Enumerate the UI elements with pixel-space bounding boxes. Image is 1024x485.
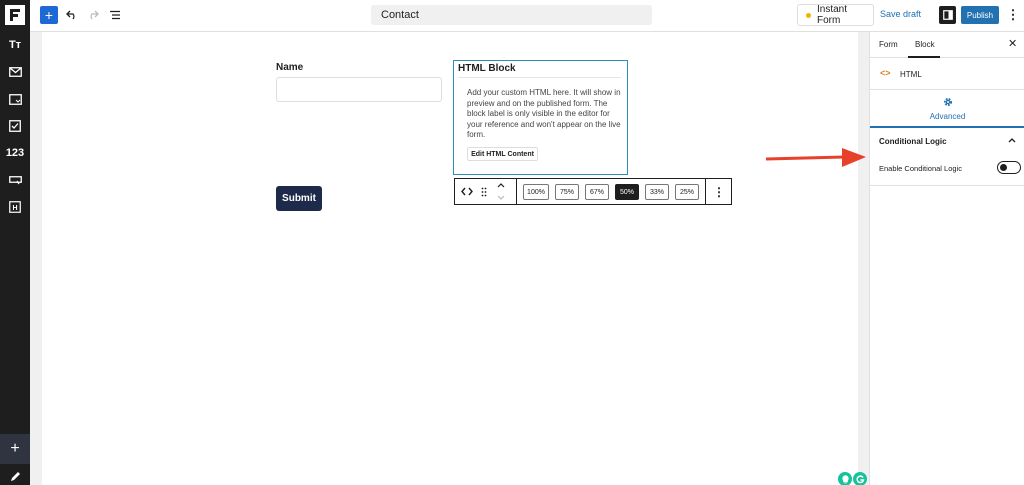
options-menu-button[interactable]: ⋮	[1006, 6, 1020, 24]
dropdown-field-icon	[8, 93, 22, 105]
button-field-tool[interactable]	[3, 170, 27, 190]
svg-text:H: H	[12, 205, 17, 212]
width-50-button[interactable]: 50%	[615, 184, 639, 200]
selected-block-card: <> HTML	[870, 58, 1024, 90]
chevron-down-icon	[497, 195, 505, 200]
drag-handle[interactable]	[479, 179, 489, 204]
text-field-tool[interactable]: Tт	[3, 35, 27, 55]
plus-icon: +	[44, 7, 54, 23]
instant-form-label: Instant Form	[816, 4, 848, 26]
move-up-button[interactable]	[495, 180, 507, 191]
settings-panel-toggle[interactable]	[939, 6, 956, 24]
enable-conditional-logic-label: Enable Conditional Logic	[879, 164, 962, 173]
lightbulb-icon[interactable]	[838, 472, 852, 485]
left-sidebar: Tт 123 H +	[0, 0, 30, 485]
html-block[interactable]: HTML Block Add your custom HTML here. It…	[453, 60, 628, 175]
grammarly-widget[interactable]	[838, 472, 867, 485]
document-title[interactable]: Contact	[371, 5, 652, 25]
form-page: Name Submit HTML Block Add your custom H…	[42, 32, 867, 485]
chevron-up-icon	[1008, 138, 1016, 143]
move-down-button[interactable]	[495, 192, 507, 203]
collapse-panel-button[interactable]	[1008, 135, 1016, 145]
pencil-icon	[10, 472, 20, 481]
gear-icon	[944, 98, 952, 106]
width-67-button[interactable]: 67%	[585, 184, 609, 200]
conditional-logic-title[interactable]: Conditional Logic	[879, 137, 947, 146]
undo-icon	[66, 10, 75, 20]
sidebar-panel-icon	[942, 10, 953, 20]
more-vertical-icon: ⋮	[1006, 7, 1020, 22]
name-input[interactable]	[276, 77, 442, 102]
code-icon	[461, 187, 473, 196]
divider	[458, 77, 621, 78]
app-logo[interactable]	[5, 5, 25, 25]
advanced-label: Advanced	[929, 112, 966, 121]
edit-tool[interactable]	[3, 468, 27, 485]
html-block-tool[interactable]: H	[3, 197, 27, 217]
conditional-logic-panel: Conditional Logic Enable Conditional Log…	[870, 128, 1024, 186]
status-dot-icon	[806, 12, 811, 18]
number-icon: 123	[5, 147, 25, 159]
instant-form-button[interactable]: Instant Form	[797, 4, 874, 26]
toggle-knob	[1000, 163, 1007, 171]
toolbar-separator	[705, 179, 706, 204]
close-sidebar-button[interactable]: ✕	[1008, 37, 1017, 50]
block-name: HTML	[900, 70, 922, 79]
block-type-button[interactable]	[459, 179, 475, 204]
editor-canvas: Name Submit HTML Block Add your custom H…	[30, 32, 869, 485]
block-toolbar: 100% 75% 67% 50% 33% 25% ⋮	[454, 178, 732, 205]
drag-handle-icon	[481, 187, 487, 196]
number-field-tool[interactable]: 123	[3, 143, 27, 163]
email-field-tool[interactable]	[3, 62, 27, 82]
settings-tabs: Form Block ✕	[870, 32, 1024, 58]
list-view-icon	[110, 10, 120, 20]
save-draft-button[interactable]: Save draft	[880, 9, 921, 19]
tab-block[interactable]: Block	[915, 40, 935, 49]
name-field-label: Name	[276, 62, 304, 73]
add-block-button[interactable]: +	[40, 6, 58, 24]
html-block-description: Add your custom HTML here. It will show …	[467, 88, 621, 139]
settings-sidebar: Form Block ✕ <> HTML Advanced Conditiona…	[869, 32, 1024, 485]
width-75-button[interactable]: 75%	[555, 184, 579, 200]
chevron-up-icon	[497, 183, 505, 188]
tab-form[interactable]: Form	[879, 40, 898, 49]
width-33-button[interactable]: 33%	[645, 184, 669, 200]
dropdown-field-tool[interactable]	[3, 89, 27, 109]
enable-conditional-logic-toggle[interactable]	[997, 161, 1021, 174]
button-field-icon	[8, 175, 22, 184]
block-options-button[interactable]: ⋮	[709, 179, 729, 204]
publish-button[interactable]: Publish	[961, 6, 999, 24]
edit-html-content-button[interactable]: Edit HTML Content	[467, 147, 538, 161]
document-overview-button[interactable]	[106, 6, 124, 24]
html-block-title[interactable]: HTML Block	[458, 63, 516, 74]
checkbox-field-tool[interactable]	[3, 116, 27, 136]
annotation-arrow-icon	[765, 148, 866, 167]
submit-button[interactable]: Submit	[276, 186, 322, 211]
grammarly-icon[interactable]	[853, 472, 867, 485]
undo-button[interactable]	[63, 6, 81, 24]
width-25-button[interactable]: 25%	[675, 184, 699, 200]
logo-icon	[10, 9, 20, 21]
close-icon: ✕	[1008, 38, 1018, 50]
tab-advanced[interactable]: Advanced	[870, 90, 1024, 128]
top-toolbar: + Contact Instant Form Save draft Publis…	[30, 0, 1024, 32]
code-icon: <>	[880, 68, 891, 78]
redo-button[interactable]	[84, 6, 102, 24]
envelope-icon	[8, 67, 22, 77]
add-field-button[interactable]: +	[0, 434, 30, 464]
plus-icon: +	[10, 440, 20, 457]
width-100-button[interactable]: 100%	[523, 184, 549, 200]
checkbox-icon	[9, 120, 21, 132]
more-vertical-icon: ⋮	[713, 184, 725, 199]
redo-icon	[90, 10, 99, 20]
toolbar-separator	[516, 179, 517, 204]
html-block-icon: H	[9, 201, 21, 213]
text-type-icon: Tт	[8, 39, 22, 51]
